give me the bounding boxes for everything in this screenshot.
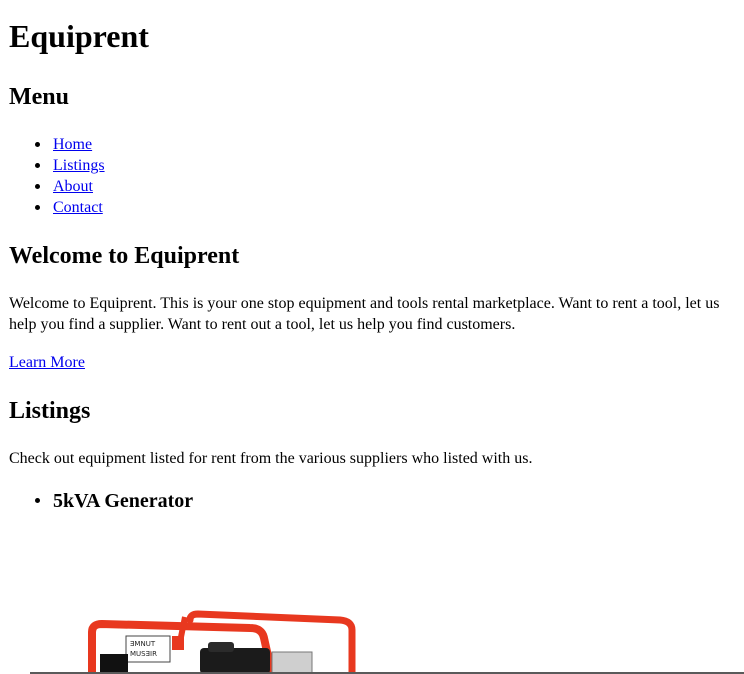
listing-item: 5kVA Generator — [9, 490, 193, 514]
menu-link-listings[interactable]: Listings — [53, 157, 105, 174]
bullet-icon — [35, 142, 40, 147]
menu-item-home: Home — [9, 134, 105, 155]
listings-text: Check out equipment listed for rent from… — [9, 450, 533, 467]
learn-more-link[interactable]: Learn More — [9, 354, 85, 371]
bullet-icon — [35, 498, 40, 503]
svg-text:ƎMNUT: ƎMNUT — [130, 640, 156, 648]
menu-heading: Menu — [9, 84, 69, 110]
learn-more-paragraph: Learn More — [9, 352, 85, 373]
bullet-icon — [35, 205, 40, 210]
listing-list: 5kVA Generator — [9, 490, 193, 514]
welcome-text: Welcome to Equiprent. This is your one s… — [9, 295, 720, 333]
site-title: Equiprent — [9, 18, 149, 54]
generator-icon: ƎMNUT MUSƎIR — [88, 610, 356, 674]
listings-heading: Listings — [9, 398, 91, 424]
generator-image[interactable]: ƎMNUT MUSƎIR — [40, 602, 400, 674]
listing-name: 5kVA Generator — [53, 490, 194, 512]
menu-list: Home Listings About Contact — [9, 134, 105, 218]
menu-item-contact: Contact — [9, 197, 105, 218]
menu-link-about[interactable]: About — [53, 178, 93, 195]
menu-item-listings: Listings — [9, 155, 105, 176]
menu-link-home[interactable]: Home — [53, 136, 92, 153]
menu-item-about: About — [9, 176, 105, 197]
svg-text:MUSƎIR: MUSƎIR — [130, 650, 157, 658]
bullet-icon — [35, 163, 40, 168]
bullet-icon — [35, 184, 40, 189]
welcome-heading: Welcome to Equiprent — [9, 243, 240, 269]
menu-link-contact[interactable]: Contact — [53, 199, 103, 216]
